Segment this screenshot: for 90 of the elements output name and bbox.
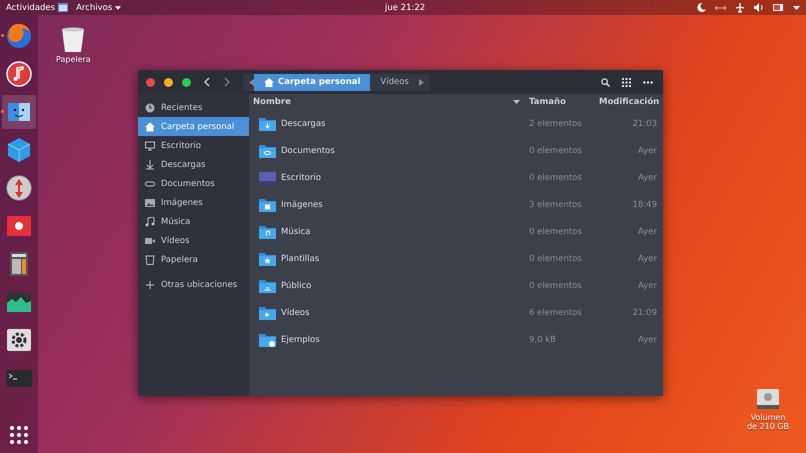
- app-menu[interactable]: Archivos: [76, 2, 112, 12]
- file-size: 0 elementos: [529, 226, 583, 236]
- file-size: 9,0 kB: [529, 334, 557, 344]
- modified-date: Ayer: [637, 334, 657, 344]
- modified-date: Ayer: [637, 280, 657, 290]
- desktop-icon-label[interactable]: Papelera: [56, 55, 91, 64]
- back-icon[interactable]: [203, 77, 211, 87]
- modified-date: 18:49: [632, 200, 657, 210]
- folder-icon[interactable]: [259, 278, 276, 292]
- modified-date: Ayer: [637, 226, 657, 236]
- sidebar-item[interactable]: Escritorio: [138, 136, 249, 155]
- file-size: 0 elementos: [529, 280, 583, 290]
- clock-icon: [145, 102, 155, 112]
- file-size: 0 elementos: [529, 254, 583, 264]
- activities-button[interactable]: Actividades: [6, 2, 56, 12]
- sidebar-item[interactable]: Música: [138, 212, 249, 231]
- file-name[interactable]: Vídeos: [281, 308, 529, 318]
- folder-icon[interactable]: [259, 252, 276, 266]
- fox-globe-icon[interactable]: [5, 22, 33, 50]
- column-header[interactable]: Tamaño: [529, 97, 599, 107]
- plus-icon: [145, 280, 155, 290]
- sidebar-item[interactable]: Otras ubicaciones: [138, 275, 249, 294]
- caret-icon[interactable]: [115, 6, 122, 10]
- file-name[interactable]: Ejemplos: [281, 334, 529, 344]
- home-icon: [145, 122, 155, 132]
- file-size: 3 elementos: [529, 200, 583, 210]
- speaker-icon[interactable]: [754, 3, 764, 12]
- music-note-icon: [145, 216, 155, 226]
- folder-icon[interactable]: [259, 116, 276, 130]
- trash-icon[interactable]: [61, 27, 86, 53]
- window-icon: [58, 3, 68, 12]
- file-name[interactable]: Escritorio: [281, 172, 529, 182]
- file-size: 2 elementos: [529, 118, 583, 128]
- sidebar-item[interactable]: Papelera: [138, 250, 249, 269]
- maximize-button[interactable]: [182, 78, 191, 86]
- folder-icon[interactable]: [259, 144, 276, 158]
- sidebar-item[interactable]: Imágenes: [138, 193, 249, 212]
- moon-icon[interactable]: [697, 3, 706, 12]
- column-header[interactable]: Nombre: [253, 97, 513, 107]
- desktop-icon-label[interactable]: Volumen de 210 GB: [746, 413, 790, 431]
- file-name[interactable]: Imágenes: [281, 200, 529, 210]
- forward-icon[interactable]: [223, 77, 231, 87]
- file-name[interactable]: Música: [281, 226, 529, 236]
- modified-date: 21:09: [632, 308, 657, 318]
- file-name[interactable]: Descargas: [281, 118, 529, 128]
- file-name[interactable]: Plantillas: [281, 254, 529, 264]
- sidebar-item[interactable]: Vídeos: [138, 231, 249, 250]
- clock[interactable]: jue 21:22: [385, 2, 426, 12]
- modified-date: 21:03: [632, 118, 657, 128]
- running-indicator: [1, 110, 4, 113]
- more-options-icon[interactable]: [643, 80, 653, 84]
- minimize-button[interactable]: [164, 78, 173, 86]
- modified-date: Ayer: [637, 172, 657, 182]
- cube-icon[interactable]: [5, 136, 33, 164]
- modified-date: Ayer: [637, 146, 657, 156]
- file-name[interactable]: Documentos: [281, 146, 529, 156]
- right-arrow-icon[interactable]: [418, 78, 424, 86]
- camera-icon: [145, 236, 155, 246]
- home-icon: [264, 78, 274, 86]
- sidebar-item[interactable]: Documentos: [138, 174, 249, 193]
- sidebar-item[interactable]: Recientes: [138, 98, 249, 117]
- running-indicator: [1, 34, 4, 37]
- airplane-icon[interactable]: [735, 2, 745, 12]
- network-icon[interactable]: [715, 4, 726, 12]
- path-crumb[interactable]: Vídeos: [370, 74, 419, 90]
- sidebar-item[interactable]: Descargas: [138, 155, 249, 174]
- grid-view-icon[interactable]: [622, 78, 631, 86]
- file-size: 0 elementos: [529, 146, 583, 156]
- file-name[interactable]: Público: [281, 280, 529, 290]
- file-size: 0 elementos: [529, 172, 583, 182]
- left-arrow-icon[interactable]: [249, 78, 254, 86]
- search-icon[interactable]: [601, 78, 610, 86]
- music-note-icon[interactable]: [5, 60, 33, 88]
- folder-icon[interactable]: [259, 224, 276, 238]
- file-size: 6 elementos: [529, 308, 583, 318]
- close-button[interactable]: [146, 78, 155, 86]
- app-grid-icon[interactable]: [9, 425, 29, 445]
- folder-icon[interactable]: [259, 306, 276, 320]
- image-icon: [145, 198, 155, 208]
- gear-icon[interactable]: [5, 326, 33, 354]
- caret-icon[interactable]: [793, 6, 800, 10]
- battery-icon[interactable]: [773, 4, 784, 11]
- monitor-icon: [145, 140, 155, 150]
- modified-date: Ayer: [637, 254, 657, 264]
- download-icon: [145, 160, 155, 170]
- folder-icon[interactable]: [259, 332, 276, 346]
- trash-icon: [145, 254, 155, 264]
- folder-icon[interactable]: [259, 198, 276, 212]
- column-header[interactable]: Modificación: [599, 97, 657, 107]
- sort-caret-icon[interactable]: [513, 100, 520, 104]
